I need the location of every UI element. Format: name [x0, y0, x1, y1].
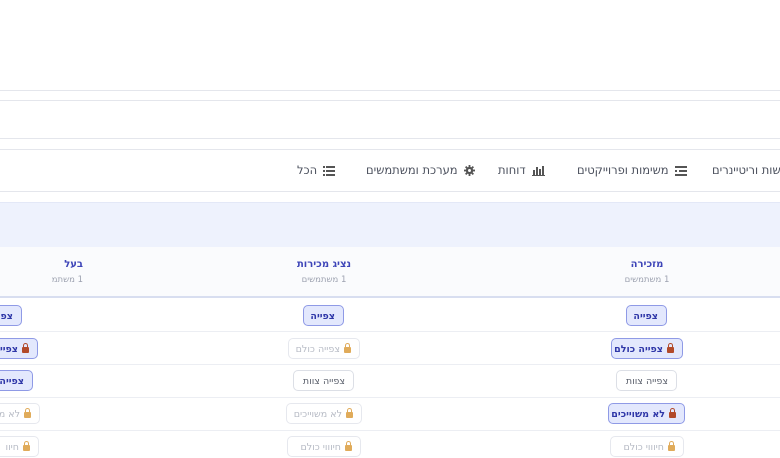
role-title: מזכירה	[630, 259, 664, 270]
row-divider	[0, 397, 780, 398]
row-divider	[0, 430, 780, 431]
gear-icon	[463, 152, 475, 193]
lock-icon	[22, 343, 29, 353]
perm-unassigned-owner[interactable]: לא מ	[0, 403, 40, 424]
perm-view-team-secretary[interactable]: צפייה צוות	[616, 370, 677, 391]
tasks-icon	[674, 152, 687, 193]
perm-status-all-owner[interactable]: חיוו	[0, 436, 39, 457]
permission-tabs: בשות וריטיינרים משימות ופרוייקטים דוחות …	[0, 149, 780, 192]
perm-view-secretary[interactable]: צפייה	[626, 305, 667, 326]
lock-icon	[667, 343, 674, 353]
perm-unassigned-sales[interactable]: לא משוייכים	[286, 403, 362, 424]
perm-status-all-secretary[interactable]: חיוווי כולם	[610, 436, 684, 457]
perm-view-all-owner[interactable]: צפיי	[0, 338, 38, 359]
perm-view-owner[interactable]: צפי	[0, 305, 22, 326]
filter-panel	[0, 100, 780, 139]
lock-icon	[669, 408, 676, 418]
tab-reports[interactable]: דוחות	[498, 150, 545, 191]
lock-icon	[344, 343, 351, 353]
column-header-sales-rep: נציג מכירות 1 משתמשים	[244, 259, 404, 285]
perm-view-all-sales[interactable]: צפייה כולם	[288, 338, 360, 359]
tab-all[interactable]: הכל	[297, 150, 336, 193]
role-user-count: 1 משתמ	[51, 275, 83, 285]
tab-tasks-projects[interactable]: משימות ופרוייקטים	[577, 150, 687, 191]
role-title: נציג מכירות	[296, 259, 352, 270]
lock-icon	[24, 408, 31, 418]
perm-view-team-owner[interactable]: צפייה	[0, 370, 33, 391]
tab-system-users[interactable]: מערכת ומשתמשים	[366, 150, 475, 191]
perm-unassigned-secretary[interactable]: לא משוייכים	[608, 403, 685, 424]
perm-status-all-sales[interactable]: חיוווי כולם	[287, 436, 361, 457]
section-band	[0, 202, 780, 247]
perm-view-all-secretary[interactable]: צפייה כולם	[611, 338, 683, 359]
lock-icon	[346, 408, 353, 418]
row-divider	[0, 364, 780, 365]
role-title: בעל	[64, 259, 83, 270]
column-header-secretary: מזכירה 1 משתמשים	[567, 259, 727, 285]
perm-view-sales[interactable]: צפייה	[303, 305, 344, 326]
role-user-count: 1 משתמשים	[301, 275, 347, 285]
role-user-count: 1 משתמשים	[624, 275, 670, 285]
tab-retainers[interactable]: בשות וריטיינרים	[712, 150, 780, 191]
lock-icon	[668, 441, 675, 451]
top-panel	[0, 0, 780, 91]
row-divider	[0, 331, 780, 332]
list-icon	[323, 152, 336, 193]
perm-view-team-sales[interactable]: צפייה צוות	[293, 370, 354, 391]
chart-icon	[531, 152, 545, 193]
roles-header: מזכירה 1 משתמשים נציג מכירות 1 משתמשים ב…	[0, 247, 780, 298]
lock-icon	[23, 441, 30, 451]
column-header-owner: בעל 1 משתמ	[0, 259, 85, 285]
lock-icon	[345, 441, 352, 451]
